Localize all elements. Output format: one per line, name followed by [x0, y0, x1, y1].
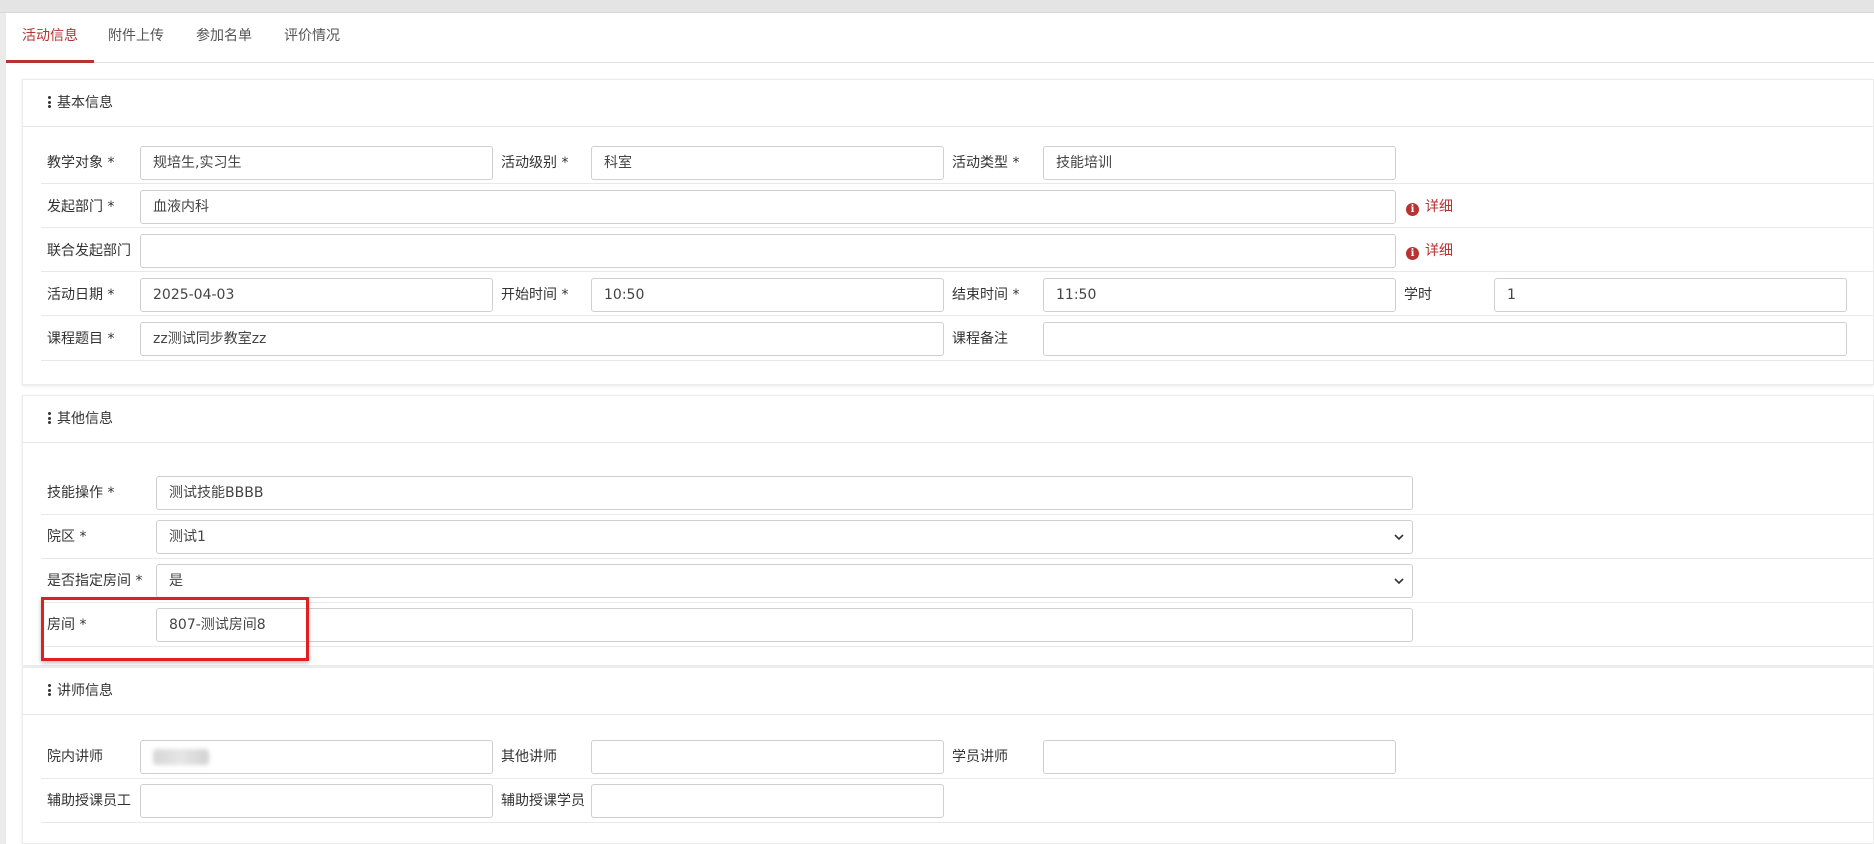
start-time-field[interactable]: 10:50: [591, 278, 944, 312]
campus-label: 院区 *: [47, 529, 87, 545]
hours-label: 学时: [1404, 287, 1432, 303]
tab-bar: 活动信息 附件上传 参加名单 评价情况: [6, 13, 1874, 63]
student-lecturer-field[interactable]: [1043, 740, 1396, 774]
joint-dept-field[interactable]: [140, 234, 1396, 268]
activity-type-field[interactable]: 技能培训: [1043, 146, 1396, 180]
activity-type-label: 活动类型 *: [952, 155, 1020, 171]
vertical-dots-icon: [47, 412, 51, 424]
activity-date-label: 活动日期 *: [47, 287, 115, 303]
room-label: 房间 *: [47, 617, 87, 633]
info-icon: i: [1406, 203, 1419, 216]
other-lecturer-field[interactable]: [591, 740, 944, 774]
tab-attachment-upload[interactable]: 附件上传: [104, 13, 168, 63]
course-note-label: 课程备注: [952, 331, 1008, 347]
internal-lecturer-label: 院内讲师: [47, 749, 103, 765]
teaching-target-label: 教学对象 *: [47, 155, 115, 171]
tab-activity-info[interactable]: 活动信息: [6, 13, 94, 63]
end-time-label: 结束时间 *: [952, 287, 1020, 303]
joint-dept-detail-link[interactable]: i 详细: [1406, 241, 1453, 261]
assist-student-field[interactable]: [591, 784, 944, 818]
assist-student-label: 辅助授课学员: [501, 793, 585, 809]
skill-operation-field[interactable]: 测试技能BBBB: [156, 476, 1413, 510]
course-note-field[interactable]: [1043, 322, 1847, 356]
info-icon: i: [1406, 247, 1419, 260]
tab-evaluation[interactable]: 评价情况: [280, 13, 344, 63]
tab-participant-list[interactable]: 参加名单: [192, 13, 256, 63]
hours-field[interactable]: 1: [1494, 278, 1847, 312]
basic-info-panel: 基本信息 教学对象 * 规培生,实习生 活动级别 * 科室 活动类型 * 技能培…: [22, 79, 1874, 385]
chevron-down-icon: [1394, 578, 1404, 585]
assist-staff-field[interactable]: [140, 784, 493, 818]
student-lecturer-label: 学员讲师: [952, 749, 1008, 765]
basic-info-title: 基本信息: [57, 95, 113, 111]
other-lecturer-label: 其他讲师: [501, 749, 557, 765]
other-info-header: 其他信息: [23, 396, 1873, 443]
lecturer-info-panel: 讲师信息 院内讲师 其他讲师 学员讲师 辅助授课员工 辅助授课学员: [22, 667, 1874, 844]
chevron-down-icon: [1394, 534, 1404, 541]
activity-date-field[interactable]: 2025-04-03: [140, 278, 493, 312]
lecturer-info-header: 讲师信息: [23, 668, 1873, 715]
activity-page: 活动信息 附件上传 参加名单 评价情况 基本信息 教学对象 * 规培生,实习生 …: [6, 13, 1874, 844]
teaching-target-field[interactable]: 规培生,实习生: [140, 146, 493, 180]
initiating-dept-label: 发起部门 *: [47, 199, 115, 215]
basic-info-header: 基本信息: [23, 80, 1873, 127]
other-info-title: 其他信息: [57, 411, 113, 427]
top-strip: [0, 0, 1874, 13]
other-info-panel: 其他信息 技能操作 * 测试技能BBBB 院区 * 测试1 是否指定房间 * 是…: [22, 395, 1874, 666]
internal-lecturer-field[interactable]: [140, 740, 493, 774]
specify-room-label: 是否指定房间 *: [47, 573, 143, 589]
assist-staff-label: 辅助授课员工: [47, 793, 131, 809]
joint-dept-label: 联合发起部门: [47, 243, 131, 259]
end-time-field[interactable]: 11:50: [1043, 278, 1396, 312]
activity-level-field[interactable]: 科室: [591, 146, 944, 180]
specify-room-selected-value: 是: [169, 573, 183, 589]
specify-room-select[interactable]: 是: [156, 564, 1413, 598]
vertical-dots-icon: [47, 684, 51, 696]
lecturer-info-title: 讲师信息: [57, 683, 113, 699]
activity-level-label: 活动级别 *: [501, 155, 569, 171]
campus-select[interactable]: 测试1: [156, 520, 1413, 554]
initiating-dept-field[interactable]: 血液内科: [140, 190, 1396, 224]
campus-selected-value: 测试1: [169, 529, 206, 545]
course-title-field[interactable]: zz测试同步教室zz: [140, 322, 944, 356]
start-time-label: 开始时间 *: [501, 287, 569, 303]
initiating-dept-detail-link[interactable]: i 详细: [1406, 197, 1453, 217]
redacted-name: [153, 749, 209, 765]
vertical-dots-icon: [47, 96, 51, 108]
course-title-label: 课程题目 *: [47, 331, 115, 347]
room-field[interactable]: 807-测试房间8: [156, 608, 1413, 642]
skill-operation-label: 技能操作 *: [47, 485, 115, 501]
